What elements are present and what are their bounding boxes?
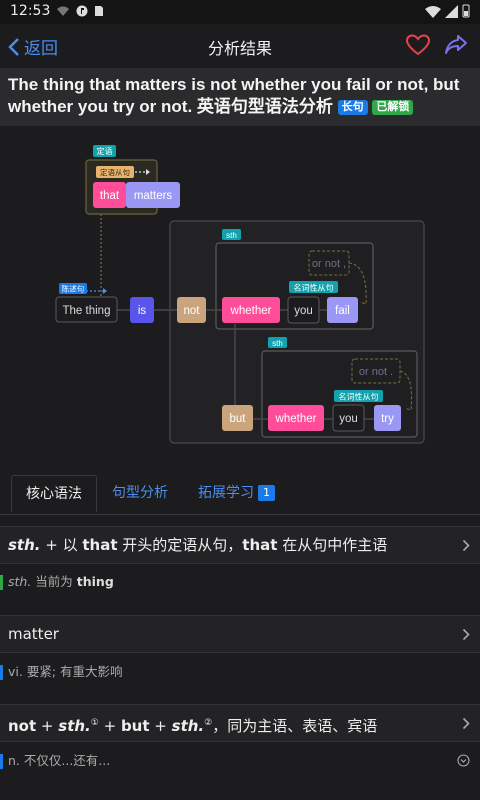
word-or-not-1: or not , [312, 258, 346, 270]
tag-attributive: 定语 [97, 146, 113, 156]
word-or-not-2: or not . [359, 366, 393, 378]
sentence-diagram: 定语 定语从句 陈述句 sth 名词性从句 sth 名词性从句 that mat… [0, 127, 480, 463]
long-sentence-tag: 长句 [337, 100, 368, 115]
unlocked-tag: 已解锁 [372, 100, 414, 115]
expand-chevron-icon[interactable] [457, 754, 470, 767]
diagram-canvas: 定语 定语从句 陈述句 sth 名词性从句 sth 名词性从句 that mat… [55, 145, 425, 444]
battery-icon [462, 4, 470, 18]
chevron-right-icon [462, 628, 470, 641]
nav-bar: 返回 分析结果 [0, 24, 480, 68]
grammar-item-1-title: sth. + 以 that 开头的定语从句，that 在从句中作主语 [8, 536, 388, 554]
word-fail: fail [335, 305, 350, 317]
grammar-item-3-header[interactable]: not + sth.① + but + sth.②，同为主语、表语、宾语 [0, 704, 480, 742]
word-the-thing: The thing [63, 305, 111, 317]
word-but: but [230, 413, 247, 425]
grammar-item-2-header[interactable]: matter [0, 615, 480, 653]
grammar-item-3-detail: n. 不仅仅...还有... [0, 744, 480, 778]
tab-core-grammar[interactable]: 核心语法 [11, 475, 97, 512]
sim-card-icon [95, 6, 103, 16]
favorite-heart-icon[interactable] [406, 34, 430, 56]
sentence-block: The thing that matters is not whether yo… [0, 68, 480, 126]
word-you-1: you [294, 305, 313, 317]
word-try: try [381, 413, 394, 425]
grammar-item-2-title: matter [8, 625, 59, 643]
word-you-2: you [339, 413, 358, 425]
tag-sth-1: sth [226, 231, 237, 240]
tab-extended-label: 拓展学习 [198, 485, 254, 501]
grammar-item-1-detail: sth. 当前为 thing [0, 565, 480, 599]
share-icon[interactable] [444, 34, 468, 56]
word-not: not [184, 305, 201, 317]
tag-noun-clause-2: 名词性从句 [339, 392, 379, 402]
declarative-arrow-head [103, 288, 107, 294]
tag-declarative: 陈述句 [62, 284, 85, 294]
status-notification-icons [56, 5, 104, 17]
tab-extended-learning[interactable]: 拓展学习 1 [198, 475, 275, 512]
word-matters: matters [134, 190, 173, 202]
grammar-item-3-title: not + sth.① + but + sth.②，同为主语、表语、宾语 [8, 717, 378, 735]
status-time: 12:53 [10, 3, 51, 19]
word-whether-2: whether [275, 413, 317, 425]
word-that: that [100, 190, 120, 202]
status-system-icons [425, 4, 470, 18]
wifi-icon [425, 5, 441, 18]
app-icon [76, 5, 88, 17]
chevron-right-icon [462, 717, 470, 730]
grammar-item-2-detail: vi. 要紧; 有重大影响 [0, 655, 480, 689]
chevron-right-icon [462, 539, 470, 552]
grammar-item-1-header[interactable]: sth. + 以 that 开头的定语从句，that 在从句中作主语 [0, 526, 480, 564]
word-is: is [138, 305, 147, 317]
tag-attr-clause: 定语从句 [100, 167, 130, 177]
wifi-off-icon [57, 6, 69, 16]
tab-sentence-pattern[interactable]: 句型分析 [112, 475, 168, 512]
signal-icon [445, 4, 458, 18]
analysis-tabs: 核心语法 句型分析 拓展学习 1 [0, 475, 480, 515]
extended-count-badge: 1 [258, 485, 275, 501]
status-bar: 12:53 [0, 0, 480, 24]
word-whether-1: whether [230, 305, 272, 317]
tag-sth-2: sth [272, 339, 283, 348]
tag-noun-clause-1: 名词性从句 [294, 283, 334, 293]
